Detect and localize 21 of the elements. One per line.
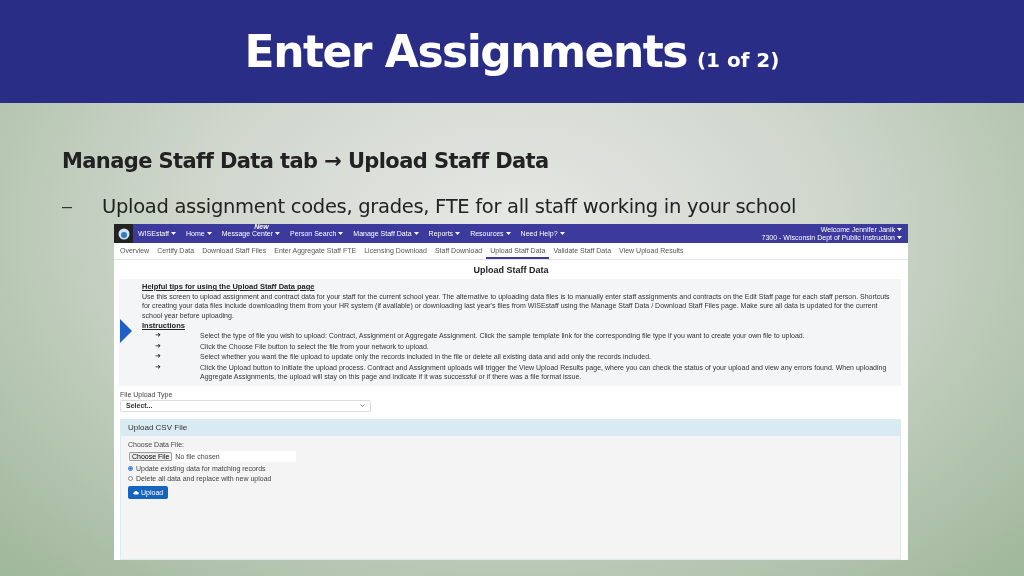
caret-icon xyxy=(338,232,344,235)
radio-button[interactable] xyxy=(128,465,133,471)
caret-icon xyxy=(413,232,419,235)
caret-icon xyxy=(505,232,511,235)
slide-heading: Manage Staff Data tab → Upload Staff Data xyxy=(62,149,550,173)
caret-icon xyxy=(206,232,212,235)
slide-title: Enter Assignments xyxy=(244,26,687,77)
radio-button[interactable] xyxy=(128,475,133,481)
panel-title: Upload CSV File xyxy=(128,423,188,432)
slide-title-note: (1 of 2) xyxy=(696,47,780,72)
cloud-icon xyxy=(133,489,139,495)
bullet-text: Upload assignment codes, grades, FTE for all staff working in your school xyxy=(102,195,797,218)
bullet-mark: – xyxy=(62,196,72,217)
caret-icon xyxy=(559,232,565,235)
pointer-icon xyxy=(120,319,132,343)
caret-icon xyxy=(455,232,461,235)
page-title: Upload Staff Data xyxy=(473,265,549,275)
caret-icon xyxy=(171,232,176,235)
logo-icon xyxy=(114,224,133,243)
caret-icon xyxy=(275,232,281,235)
chevron-down-icon xyxy=(360,404,365,407)
